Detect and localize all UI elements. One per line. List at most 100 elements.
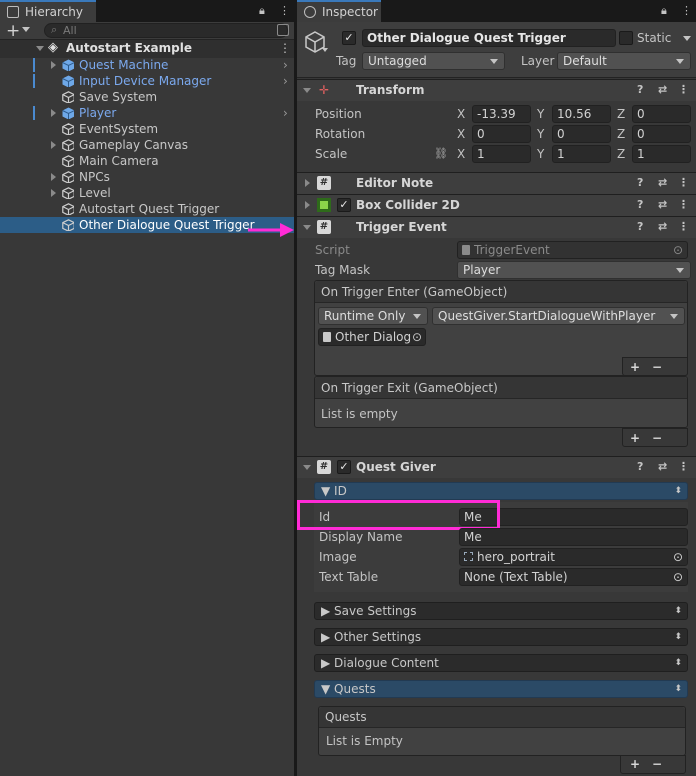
hierarchy-item[interactable]: EventSystem [0, 121, 294, 137]
inspector-menu-icon[interactable]: ⋮ [681, 4, 692, 17]
box-collider-header[interactable]: ✓ Box Collider 2D ? ⇄ ⋮ [297, 194, 696, 216]
editor-note-header[interactable]: # Editor Note ? ⇄ ⋮ [297, 172, 696, 194]
other-settings-foldout[interactable]: ▶ Other Settings ⬍ [314, 628, 688, 646]
static-dropdown-icon[interactable] [683, 36, 691, 41]
icon-dropdown-icon[interactable] [322, 48, 328, 52]
position-x-field[interactable]: -13.39 [472, 105, 531, 123]
remove-listener-button[interactable]: − [646, 358, 668, 376]
image-field[interactable]: hero_portrait ⊙ [459, 548, 688, 566]
scale-y-field[interactable]: 1 [552, 145, 611, 163]
lock-icon[interactable]: 🔒︎ [259, 4, 265, 18]
open-prefab-icon[interactable]: › [283, 73, 288, 89]
tab-hierarchy[interactable]: Hierarchy [0, 0, 96, 22]
add-exit-listener-button[interactable]: + [624, 429, 646, 447]
trigger-event-header[interactable]: # Trigger Event ? ⇄ ⋮ [297, 216, 696, 238]
help-icon[interactable]: ? [637, 220, 643, 233]
id-section-foldout[interactable]: ▼ ID ⬍ [314, 482, 688, 500]
function-dropdown[interactable]: QuestGiver.StartDialogueWithPlayer [432, 307, 685, 325]
transform-header[interactable]: ✛ Transform ? ⇄ ⋮ [297, 79, 696, 101]
hierarchy-item[interactable]: Main Camera [0, 153, 294, 169]
scene-search-icon[interactable] [277, 24, 289, 36]
box-collider-enabled-checkbox[interactable]: ✓ [337, 198, 351, 212]
search-input[interactable]: ⌕ All [44, 23, 288, 38]
scale-x-field[interactable]: 1 [472, 145, 531, 163]
add-dropdown-icon[interactable] [22, 27, 30, 32]
kebab-menu-icon[interactable]: ⋮ [279, 4, 290, 17]
scale-x-label[interactable]: X [457, 147, 465, 161]
editor-note-fold-icon[interactable] [305, 179, 310, 187]
component-menu-icon[interactable]: ⋮ [678, 198, 689, 211]
help-icon[interactable]: ? [637, 176, 643, 189]
scale-z-label[interactable]: Z [617, 147, 625, 161]
presets-icon[interactable]: ⇄ [658, 83, 667, 96]
help-icon[interactable]: ? [637, 83, 643, 96]
presets-icon[interactable]: ⇄ [658, 198, 667, 211]
presets-icon[interactable]: ⇄ [658, 220, 667, 233]
position-z-field[interactable]: 0 [632, 105, 691, 123]
hierarchy-item[interactable]: Autostart Quest Trigger [0, 201, 294, 217]
transform-fold-icon[interactable] [303, 88, 311, 93]
rotation-y-label[interactable]: Y [537, 127, 544, 141]
open-prefab-icon[interactable]: › [283, 105, 288, 121]
hierarchy-item[interactable]: Input Device Manager › [0, 73, 294, 89]
inspector-lock-icon[interactable]: 🔒︎ [661, 4, 667, 18]
tag-mask-dropdown[interactable]: Player [457, 261, 691, 279]
position-z-label[interactable]: Z [617, 107, 625, 121]
scene-menu-icon[interactable]: ⋮ [279, 41, 291, 55]
expand-arrow-icon[interactable] [51, 61, 56, 69]
collapse-arrow-icon[interactable] [36, 46, 44, 51]
scale-z-field[interactable]: 1 [632, 145, 691, 163]
component-menu-icon[interactable]: ⋮ [678, 460, 689, 473]
add-button[interactable]: + [6, 21, 20, 41]
event-object-field[interactable]: Other Dialogu ⊙ [318, 328, 426, 346]
tag-dropdown[interactable]: Untagged [362, 52, 505, 70]
layer-dropdown[interactable]: Default [557, 52, 691, 70]
quest-giver-fold-icon[interactable] [303, 465, 311, 470]
scale-y-label[interactable]: Y [537, 147, 544, 161]
position-y-field[interactable]: 10.56 [552, 105, 611, 123]
hierarchy-item[interactable]: NPCs [0, 169, 294, 185]
add-quest-button[interactable]: + [624, 755, 646, 773]
expand-arrow-icon[interactable] [51, 141, 56, 149]
display-name-field[interactable]: Me [459, 528, 688, 546]
hierarchy-item[interactable]: Quest Machine › [0, 57, 294, 73]
rotation-z-field[interactable]: 0 [632, 125, 691, 143]
runtime-only-dropdown[interactable]: Runtime Only [318, 307, 428, 325]
expand-arrow-icon[interactable] [51, 109, 56, 117]
object-picker-icon[interactable]: ⊙ [411, 329, 422, 345]
presets-icon[interactable]: ⇄ [658, 460, 667, 473]
presets-icon[interactable]: ⇄ [658, 176, 667, 189]
add-listener-button[interactable]: + [624, 358, 646, 376]
help-icon[interactable]: ? [637, 198, 643, 211]
hierarchy-item[interactable]: Level [0, 185, 294, 201]
rotation-y-field[interactable]: 0 [552, 125, 611, 143]
remove-quest-button[interactable]: − [646, 755, 668, 773]
object-picker-icon[interactable]: ⊙ [673, 569, 683, 585]
static-checkbox[interactable] [619, 31, 633, 45]
rotation-z-label[interactable]: Z [617, 127, 625, 141]
hierarchy-item[interactable]: Save System [0, 89, 294, 105]
save-settings-foldout[interactable]: ▶ Save Settings ⬍ [314, 602, 688, 620]
component-menu-icon[interactable]: ⋮ [678, 83, 689, 96]
box-collider-fold-icon[interactable] [305, 201, 310, 209]
object-picker-icon[interactable]: ⊙ [673, 549, 683, 565]
hierarchy-item[interactable]: Player › [0, 105, 294, 121]
remove-exit-listener-button[interactable]: − [646, 429, 668, 447]
active-checkbox[interactable]: ✓ [342, 31, 356, 45]
component-menu-icon[interactable]: ⋮ [678, 176, 689, 189]
quest-giver-enabled-checkbox[interactable]: ✓ [337, 460, 351, 474]
quest-giver-header[interactable]: # ✓ Quest Giver ? ⇄ ⋮ [297, 456, 696, 478]
expand-arrow-icon[interactable] [51, 173, 56, 181]
text-table-field[interactable]: None (Text Table) ⊙ [459, 568, 688, 586]
quests-section-foldout[interactable]: ▼ Quests ⬍ [314, 680, 688, 698]
rotation-x-label[interactable]: X [457, 127, 465, 141]
open-prefab-icon[interactable]: › [283, 57, 288, 73]
hierarchy-item[interactable]: Gameplay Canvas [0, 137, 294, 153]
dialogue-content-foldout[interactable]: ▶ Dialogue Content ⬍ [314, 654, 688, 672]
help-icon[interactable]: ? [637, 460, 643, 473]
position-y-label[interactable]: Y [537, 107, 544, 121]
trigger-event-fold-icon[interactable] [303, 225, 311, 230]
rotation-x-field[interactable]: 0 [472, 125, 531, 143]
expand-arrow-icon[interactable] [51, 189, 56, 197]
position-x-label[interactable]: X [457, 107, 465, 121]
